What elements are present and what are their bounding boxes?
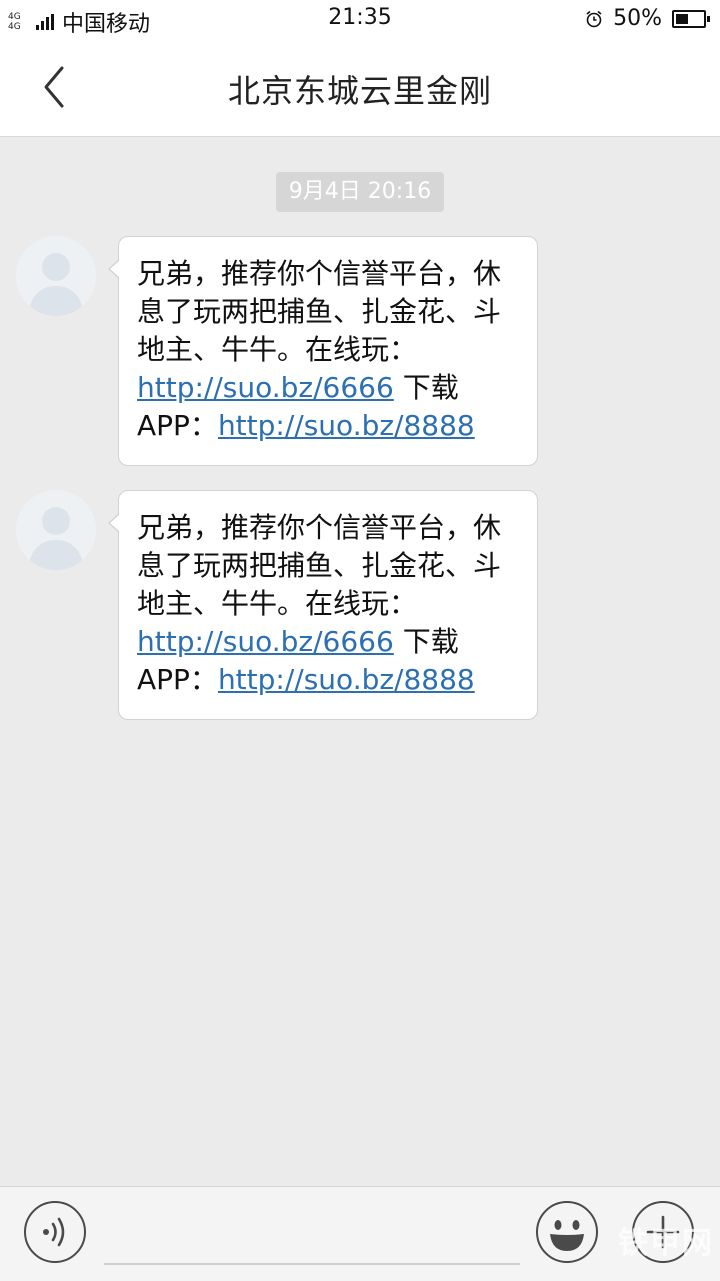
emoji-button[interactable] [536,1201,598,1263]
contact-title: 北京东城云里金刚 [227,72,492,110]
message-input[interactable] [104,1263,520,1265]
message-link[interactable]: http://suo.bz/8888 [218,409,475,442]
voice-button[interactable] [24,1201,86,1263]
message-link[interactable]: http://suo.bz/6666 [137,625,394,658]
message-bubble[interactable]: 兄弟，推荐你个信誉平台，休息了玩两把捕鱼、扎金花、斗地主、牛牛。在线玩： http… [108,490,538,720]
message-text: 兄弟，推荐你个信誉平台，休息了玩两把捕鱼、扎金花、斗地主、牛牛。在线玩： [137,511,502,620]
status-bar: 4G 4G 中国移动 21:35 50% [0,0,720,38]
person-avatar-icon[interactable] [16,490,96,570]
message-bubble[interactable]: 兄弟，推荐你个信誉平台，休息了玩两把捕鱼、扎金花、斗地主、牛牛。在线玩： http… [108,236,538,466]
conversation-header: 北京东城云里金刚 [0,38,720,137]
date-chip: 9月4日 20:16 [276,172,444,212]
message-text: 兄弟，推荐你个信誉平台，休息了玩两把捕鱼、扎金花、斗地主、牛牛。在线玩： [137,257,502,366]
battery-icon [672,9,710,28]
battery-percent: 50% [613,6,662,31]
message-link[interactable]: http://suo.bz/6666 [137,371,394,404]
watermark: 铁甲网 [618,1226,714,1261]
alarm-clock-icon [586,10,602,27]
message-link[interactable]: http://suo.bz/8888 [218,663,475,696]
emoji-icon [550,1220,584,1251]
compose-bar [0,1186,720,1281]
person-avatar-icon[interactable] [16,236,96,316]
voice-input-icon [43,1217,65,1247]
status-right: 50% [585,6,710,31]
